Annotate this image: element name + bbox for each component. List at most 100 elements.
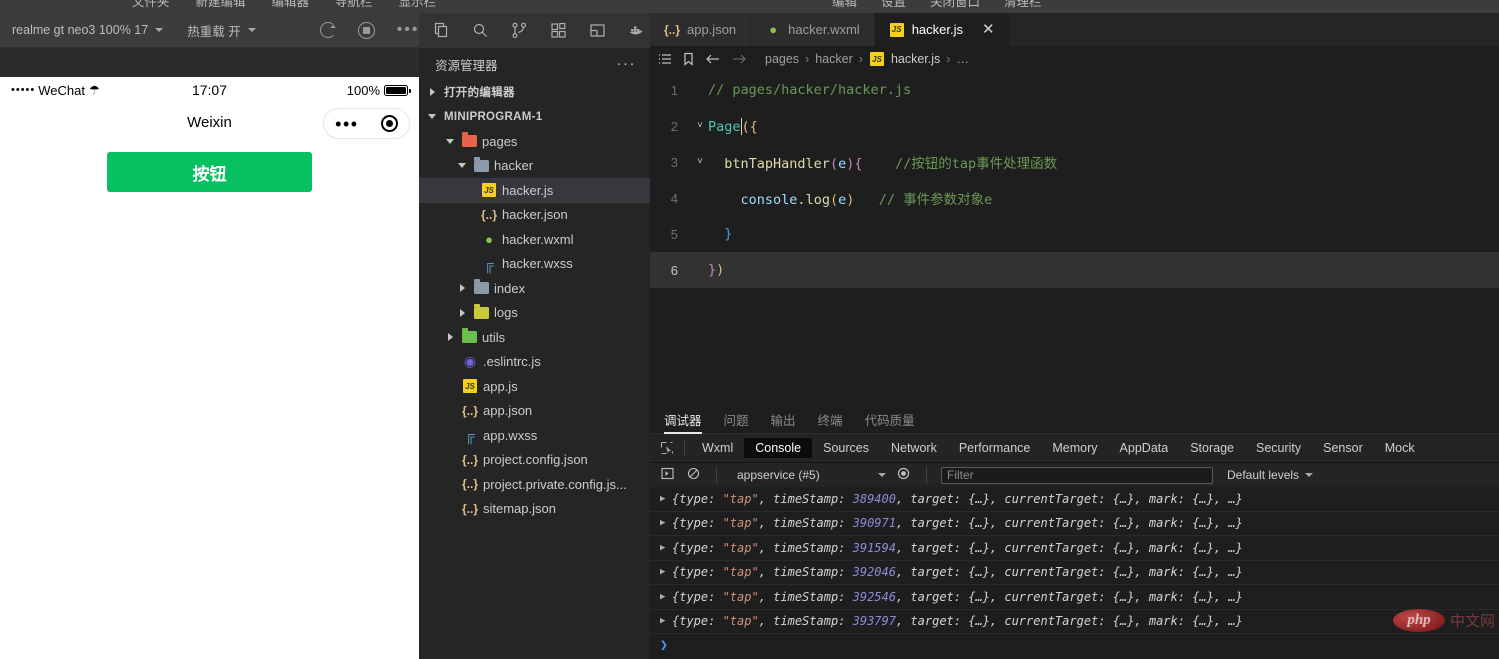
menu-item[interactable]: 编辑器 xyxy=(272,0,310,9)
panel-tab-bar: 调试器 问题 输出 终端 代码质量 xyxy=(650,406,1499,434)
expand-arrow-icon[interactable]: ▶ xyxy=(660,518,665,528)
refresh-icon[interactable] xyxy=(319,22,336,38)
target-icon[interactable] xyxy=(380,115,398,132)
tab-debugger[interactable]: 调试器 xyxy=(664,406,702,434)
menu-item[interactable]: 显示栏 xyxy=(399,0,437,9)
expand-arrow-icon[interactable]: ▶ xyxy=(660,543,665,553)
execute-icon[interactable] xyxy=(658,467,676,483)
devtools-tab-performance[interactable]: Performance xyxy=(948,438,1042,458)
console-context-selector[interactable]: appservice (#5) xyxy=(731,468,886,482)
tree-item-pages[interactable]: pages xyxy=(419,129,650,154)
console-log-row[interactable]: ▶ {type: "tap", timeStamp: 390971, targe… xyxy=(650,512,1499,536)
devtools-tab-sensor[interactable]: Sensor xyxy=(1312,438,1374,458)
devtools-tab-sources[interactable]: Sources xyxy=(812,438,880,458)
chevron-down-icon[interactable]: ˅ xyxy=(692,120,708,132)
menu-item[interactable]: 导航栏 xyxy=(335,0,373,9)
expand-arrow-icon[interactable]: ▶ xyxy=(660,494,665,504)
console-input-prompt[interactable]: ❯ xyxy=(650,634,1499,656)
source-control-icon[interactable] xyxy=(511,22,528,39)
console-log-row[interactable]: ▶ {type: "tap", timeStamp: 389400, targe… xyxy=(650,487,1499,512)
chevron-down-icon[interactable]: ˅ xyxy=(692,156,708,168)
more-icon[interactable]: ··· xyxy=(617,56,637,71)
more-icon[interactable]: ••• xyxy=(397,22,420,38)
devtools-tab-mock[interactable]: Mock xyxy=(1374,438,1426,458)
tab-hacker-js[interactable]: JS hacker.js ✕ xyxy=(874,13,1010,46)
tree-item-logs[interactable]: logs xyxy=(419,301,650,326)
console-log-row[interactable]: ▶ {type: "tap", timeStamp: 393797, targe… xyxy=(650,610,1499,634)
tap-button[interactable]: 按钮 xyxy=(107,152,312,192)
tree-item-hacker-json[interactable]: {..} hacker.json xyxy=(419,203,650,228)
chevron-down-icon[interactable] xyxy=(443,138,457,144)
outline-icon[interactable] xyxy=(658,52,672,66)
chevron-right-icon[interactable] xyxy=(455,308,469,317)
capsule-button[interactable]: ••• xyxy=(323,108,410,139)
log-levels-selector[interactable]: Default levels xyxy=(1227,468,1314,482)
devtools-tab-console[interactable]: Console xyxy=(744,438,813,458)
extensions-icon[interactable] xyxy=(550,22,567,39)
tree-item-sitemap-json[interactable]: {..} sitemap.json xyxy=(419,497,650,522)
console-log-row[interactable]: ▶ {type: "tap", timeStamp: 392546, targe… xyxy=(650,585,1499,610)
back-arrow-icon[interactable] xyxy=(705,52,721,66)
filter-input[interactable]: Filter xyxy=(941,466,1213,484)
devtools-tab-memory[interactable]: Memory xyxy=(1041,438,1108,458)
menu-item[interactable]: 文件夹 xyxy=(132,0,170,9)
breadcrumb-segment[interactable]: hacker xyxy=(815,52,853,66)
tab-problems[interactable]: 问题 xyxy=(724,406,749,434)
tree-item-hacker[interactable]: hacker xyxy=(419,154,650,179)
tree-item-app-wxss[interactable]: ╔ app.wxss xyxy=(419,423,650,448)
devtools-tab-appdata[interactable]: AppData xyxy=(1109,438,1180,458)
bookmark-icon[interactable] xyxy=(682,52,695,66)
expand-arrow-icon[interactable]: ▶ xyxy=(660,616,665,626)
tree-item-index[interactable]: index xyxy=(419,276,650,301)
devtools-tab-network[interactable]: Network xyxy=(880,438,948,458)
menu-item[interactable]: 设置 xyxy=(881,0,906,9)
tab-app-json[interactable]: {..} app.json xyxy=(650,13,752,46)
clear-console-icon[interactable] xyxy=(684,467,702,483)
section-open-editors[interactable]: 打开的编辑器 xyxy=(419,80,650,105)
tree-item-hacker-wxml[interactable]: ● hacker.wxml xyxy=(419,227,650,252)
device-selector[interactable]: realme gt neo3 100% 17 xyxy=(0,13,175,48)
devtools-tab-security[interactable]: Security xyxy=(1245,438,1312,458)
menu-item[interactable]: 关闭窗口 xyxy=(930,0,980,9)
tree-item-hacker-js[interactable]: JS hacker.js xyxy=(419,178,650,203)
menu-item[interactable]: 清理栏 xyxy=(1004,0,1042,9)
docker-icon[interactable] xyxy=(628,22,645,39)
tree-item-utils[interactable]: utils xyxy=(419,325,650,350)
expand-arrow-icon[interactable]: ▶ xyxy=(660,592,665,602)
section-project-root[interactable]: MINIPROGRAM-1 xyxy=(419,105,650,130)
tab-output[interactable]: 输出 xyxy=(771,406,796,434)
stop-icon[interactable] xyxy=(357,21,375,39)
tree-item-project-private-config[interactable]: {..} project.private.config.js... xyxy=(419,472,650,497)
breadcrumb-segment[interactable]: pages xyxy=(765,52,799,66)
hot-reload-selector[interactable]: 热重载 开 xyxy=(175,13,267,48)
console-log-row[interactable]: ▶ {type: "tap", timeStamp: 392046, targe… xyxy=(650,561,1499,585)
menu-item[interactable]: 新建编辑 xyxy=(196,0,246,9)
layout-icon[interactable] xyxy=(589,22,606,39)
inspect-element-icon[interactable] xyxy=(656,441,678,455)
tree-item-eslintrc[interactable]: ◉ .eslintrc.js xyxy=(419,350,650,375)
menu-item[interactable]: 编辑 xyxy=(832,0,857,9)
chevron-right-icon[interactable] xyxy=(443,333,457,342)
live-expression-icon[interactable] xyxy=(894,467,912,483)
chevron-right-icon[interactable] xyxy=(455,284,469,293)
devtools-tab-wxml[interactable]: Wxml xyxy=(691,438,744,458)
files-icon[interactable] xyxy=(433,22,450,39)
devtools-tab-storage[interactable]: Storage xyxy=(1179,438,1245,458)
tab-terminal[interactable]: 终端 xyxy=(818,406,843,434)
tree-item-app-js[interactable]: JS app.js xyxy=(419,374,650,399)
expand-arrow-icon[interactable]: ▶ xyxy=(660,567,665,577)
more-icon[interactable]: ••• xyxy=(335,115,358,133)
tab-hacker-wxml[interactable]: ● hacker.wxml xyxy=(751,13,875,46)
console-log-row[interactable]: ▶ {type: "tap", timeStamp: 391594, targe… xyxy=(650,536,1499,561)
tree-item-hacker-wxss[interactable]: ╔ hacker.wxss xyxy=(419,252,650,277)
tree-item-project-config[interactable]: {..} project.config.json xyxy=(419,448,650,473)
tree-item-app-json[interactable]: {..} app.json xyxy=(419,399,650,424)
breadcrumb-segment[interactable]: hacker.js xyxy=(891,52,940,66)
search-icon[interactable] xyxy=(472,22,489,39)
code-area[interactable]: 1 // pages/hacker/hacker.js 2 ˅ Page({ 3… xyxy=(650,72,1499,288)
close-icon[interactable]: ✕ xyxy=(982,22,995,37)
breadcrumb-segment[interactable]: … xyxy=(956,52,969,66)
forward-arrow-icon[interactable] xyxy=(731,52,747,66)
tab-code-quality[interactable]: 代码质量 xyxy=(865,406,915,434)
chevron-down-icon[interactable] xyxy=(455,163,469,169)
